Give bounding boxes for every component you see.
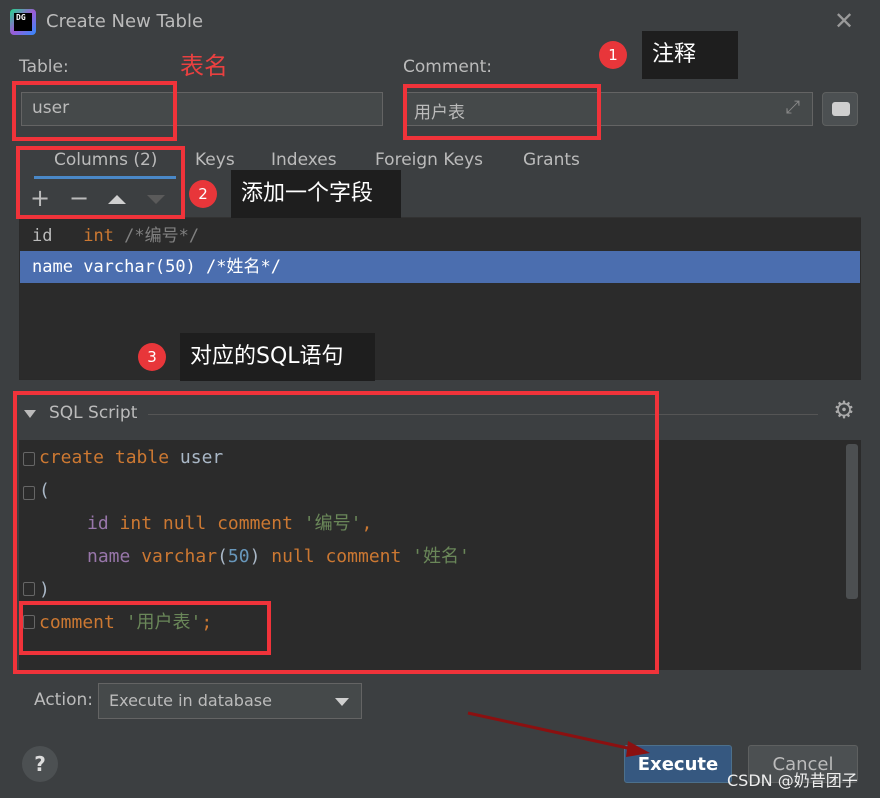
datagrip-logo-icon: DG [10, 9, 36, 35]
help-icon[interactable]: ? [22, 746, 58, 782]
column-type: varchar(50) [83, 257, 196, 277]
table-row-selected[interactable]: name varchar(50) /*姓名*/ [20, 251, 860, 283]
speech-bubble-icon [832, 102, 850, 116]
action-select[interactable]: Execute in database [98, 683, 362, 719]
window-title: Create New Table [46, 11, 204, 32]
tab-keys[interactable]: Keys [195, 150, 235, 170]
badge-3: 3 [138, 343, 166, 371]
table-name-highlight [12, 81, 177, 141]
tab-grants[interactable]: Grants [523, 150, 580, 170]
column-comment: /*姓名*/ [206, 257, 281, 277]
column-name: id [32, 226, 53, 246]
tab-foreign-keys[interactable]: Foreign Keys [375, 150, 483, 170]
expand-icon[interactable]: ⤢ [782, 97, 804, 119]
comment-highlight [403, 84, 601, 140]
arrow-annotation-icon [467, 711, 650, 757]
chevron-down-icon [335, 698, 349, 706]
logo-text: DG [14, 13, 32, 31]
tab-indexes[interactable]: Indexes [271, 150, 337, 170]
gear-icon[interactable]: ⚙ [830, 396, 858, 424]
callout-sql: 对应的SQL语句 [180, 333, 375, 381]
callout-comment: 注释 [642, 31, 738, 79]
table-comment-highlight [19, 601, 271, 655]
column-name: name [32, 257, 73, 277]
comment-button[interactable] [822, 92, 858, 126]
badge-2: 2 [189, 180, 217, 208]
add-field-highlight [16, 146, 185, 219]
table-name-annotation: 表名 [180, 52, 228, 80]
comment-label: Comment: [403, 57, 493, 77]
badge-1: 1 [599, 41, 627, 69]
table-row[interactable]: id int /*编号*/ [20, 220, 860, 252]
watermark: CSDN @奶昔团子 [727, 771, 858, 790]
editor-scrollbar[interactable] [846, 444, 858, 599]
callout-add-field: 添加一个字段 [231, 170, 401, 218]
close-icon[interactable]: ✕ [832, 6, 856, 36]
column-type: int [83, 226, 114, 246]
column-comment: /*编号*/ [124, 226, 200, 246]
action-label: Action: [34, 690, 93, 710]
table-label: Table: [19, 57, 69, 77]
action-selected-value: Execute in database [109, 691, 272, 710]
